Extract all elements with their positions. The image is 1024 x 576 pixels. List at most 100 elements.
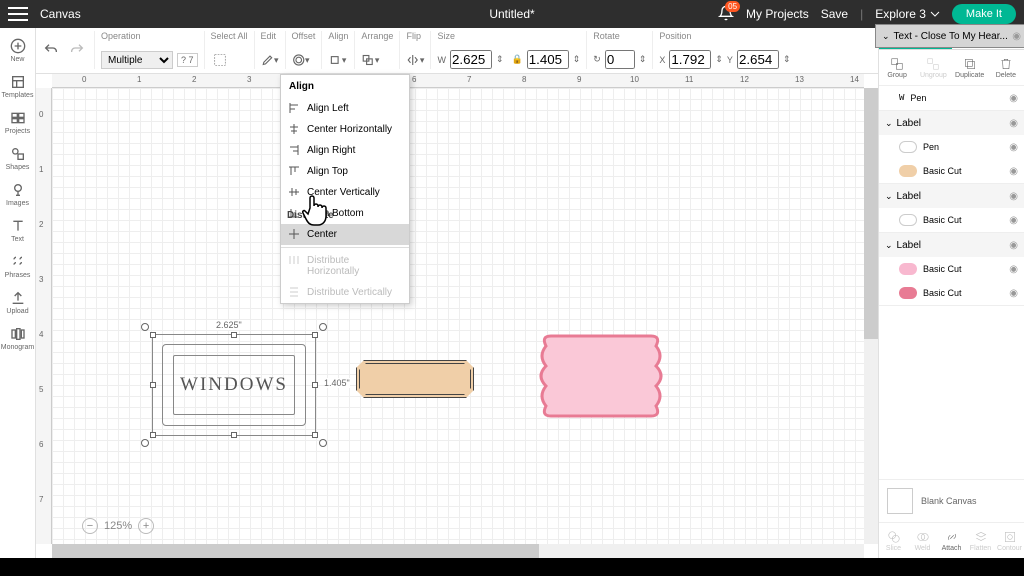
resize-handle[interactable] xyxy=(231,432,237,438)
delete-button[interactable]: Delete xyxy=(988,50,1024,85)
visibility-icon[interactable]: ◉ xyxy=(1009,264,1018,275)
horizontal-scrollbar[interactable] xyxy=(52,544,864,558)
canvas-label: Canvas xyxy=(40,7,81,21)
visibility-icon[interactable]: ◉ xyxy=(1009,240,1018,251)
projects-button[interactable]: Projects xyxy=(0,104,36,140)
rotate-handle[interactable] xyxy=(319,439,327,447)
visibility-icon[interactable]: ◉ xyxy=(1009,118,1018,129)
group-button[interactable]: Group xyxy=(879,50,915,85)
visibility-icon[interactable]: ◉ xyxy=(1009,93,1018,104)
lock-aspect-icon[interactable]: 🔒 xyxy=(512,54,523,65)
align-dropdown: Align Align Left Center Horizontally Ali… xyxy=(280,74,410,304)
new-button[interactable]: New xyxy=(0,32,36,68)
height-input[interactable] xyxy=(527,50,569,69)
layer-item[interactable]: Basic Cut◉ xyxy=(879,208,1024,232)
notification-badge: 05 xyxy=(725,1,740,12)
visibility-icon[interactable]: ◉ xyxy=(1009,288,1018,299)
attach-button[interactable]: Attach xyxy=(937,523,966,558)
redo-button[interactable] xyxy=(68,41,86,59)
layer-item[interactable]: Pen◉ xyxy=(879,135,1024,159)
contour-button: Contour xyxy=(995,523,1024,558)
resize-handle[interactable] xyxy=(231,332,237,338)
layer-label-group[interactable]: ⌄Label◉ xyxy=(879,184,1024,208)
canvas-workspace[interactable]: 0123 4567 891011 121314 0123 4567 2.625"… xyxy=(36,74,878,558)
zoom-out-button[interactable]: − xyxy=(82,518,98,534)
upload-button[interactable]: Upload xyxy=(0,284,36,320)
rotate-icon: ↻ xyxy=(593,54,601,65)
vertical-scrollbar[interactable] xyxy=(864,88,878,544)
visibility-icon[interactable]: ◉ xyxy=(1009,142,1018,153)
visibility-icon[interactable]: ◉ xyxy=(1009,215,1018,226)
resize-handle[interactable] xyxy=(312,432,318,438)
operation-select[interactable]: Multiple xyxy=(101,51,173,69)
ruler-horizontal: 0123 4567 891011 121314 xyxy=(52,74,864,88)
save-button[interactable]: Save xyxy=(821,7,848,21)
center-horizontally-item[interactable]: Center Horizontally xyxy=(281,119,409,140)
resize-handle[interactable] xyxy=(150,432,156,438)
menu-icon[interactable] xyxy=(8,7,28,21)
rotate-handle[interactable] xyxy=(319,323,327,331)
layer-label-group[interactable]: ⌄Label◉ xyxy=(879,233,1024,257)
x-input[interactable] xyxy=(669,50,711,69)
align-left-item[interactable]: Align Left xyxy=(281,98,409,119)
rotate-handle[interactable] xyxy=(141,439,149,447)
ungroup-button: Ungroup xyxy=(915,50,951,85)
chevron-down-icon xyxy=(930,9,940,19)
machine-selector[interactable]: Explore 3 xyxy=(875,7,940,21)
align-right-item[interactable]: Align Right xyxy=(281,140,409,161)
options-toolbar: OperationMultiple? 7 Select All Edit▾ Of… xyxy=(36,28,878,74)
rotate-handle[interactable] xyxy=(141,323,149,331)
y-input[interactable] xyxy=(737,50,779,69)
templates-button[interactable]: Templates xyxy=(0,68,36,104)
shapes-button[interactable]: Shapes xyxy=(0,140,36,176)
arrange-button[interactable]: ▾ xyxy=(361,51,379,69)
resize-handle[interactable] xyxy=(312,382,318,388)
resize-handle[interactable] xyxy=(312,332,318,338)
flip-button[interactable]: ▾ xyxy=(406,51,424,69)
monogram-button[interactable]: Monogram xyxy=(0,320,36,356)
zoom-level: 125% xyxy=(104,520,132,532)
slice-button: Slice xyxy=(879,523,908,558)
left-sidebar: New Templates Projects Shapes Images Tex… xyxy=(0,28,36,576)
layer-text-group[interactable]: ⌄Text - Close To My Hear...◉ xyxy=(875,24,1024,48)
select-all-button[interactable] xyxy=(211,51,229,69)
layer-item[interactable]: Basic Cut◉ xyxy=(879,257,1024,281)
layer-label-group[interactable]: ⌄Label◉ xyxy=(879,111,1024,135)
selected-label-shape[interactable]: WINDOWS xyxy=(156,338,312,432)
zoom-in-button[interactable]: + xyxy=(138,518,154,534)
weld-button: Weld xyxy=(908,523,937,558)
flatten-button: Flatten xyxy=(966,523,995,558)
text-button[interactable]: Text xyxy=(0,212,36,248)
align-top-item[interactable]: Align Top xyxy=(281,161,409,182)
layer-item[interactable]: Basic Cut◉ xyxy=(879,159,1024,183)
visibility-icon[interactable]: ◉ xyxy=(1009,191,1018,202)
bottom-bar xyxy=(0,558,1024,576)
duplicate-button[interactable]: Duplicate xyxy=(952,50,988,85)
resize-handle[interactable] xyxy=(150,332,156,338)
ruler-vertical: 0123 4567 xyxy=(36,88,52,544)
visibility-icon[interactable]: ◉ xyxy=(1009,166,1018,177)
height-dimension: 1.405" xyxy=(324,378,350,388)
align-button[interactable]: ▾ xyxy=(328,51,346,69)
rotate-input[interactable] xyxy=(605,50,635,69)
layer-item[interactable]: Basic Cut◉ xyxy=(879,281,1024,305)
blank-canvas-row[interactable]: Blank Canvas xyxy=(879,479,1024,522)
distribute-vertically-item: Distribute Vertically xyxy=(281,282,409,303)
undo-button[interactable] xyxy=(42,41,60,59)
visibility-icon[interactable]: ◉ xyxy=(1012,31,1021,42)
layer-item[interactable]: WPen◉ xyxy=(879,86,1024,110)
width-input[interactable] xyxy=(450,50,492,69)
notifications-icon[interactable]: 05 xyxy=(718,5,734,24)
pink-label-shape[interactable] xyxy=(536,326,666,426)
my-projects-link[interactable]: My Projects xyxy=(746,7,809,21)
phrases-button[interactable]: Phrases xyxy=(0,248,36,284)
zoom-controls: − 125% + xyxy=(82,518,154,534)
offset-button[interactable]: ▾ xyxy=(292,51,310,69)
resize-handle[interactable] xyxy=(150,382,156,388)
images-button[interactable]: Images xyxy=(0,176,36,212)
canvas-grid xyxy=(52,88,864,544)
document-title: Untitled* xyxy=(489,7,534,21)
make-it-button[interactable]: Make It xyxy=(952,4,1016,24)
edit-button[interactable]: ▾ xyxy=(261,51,279,69)
distribute-horizontally-item: Distribute Horizontally xyxy=(281,250,409,282)
